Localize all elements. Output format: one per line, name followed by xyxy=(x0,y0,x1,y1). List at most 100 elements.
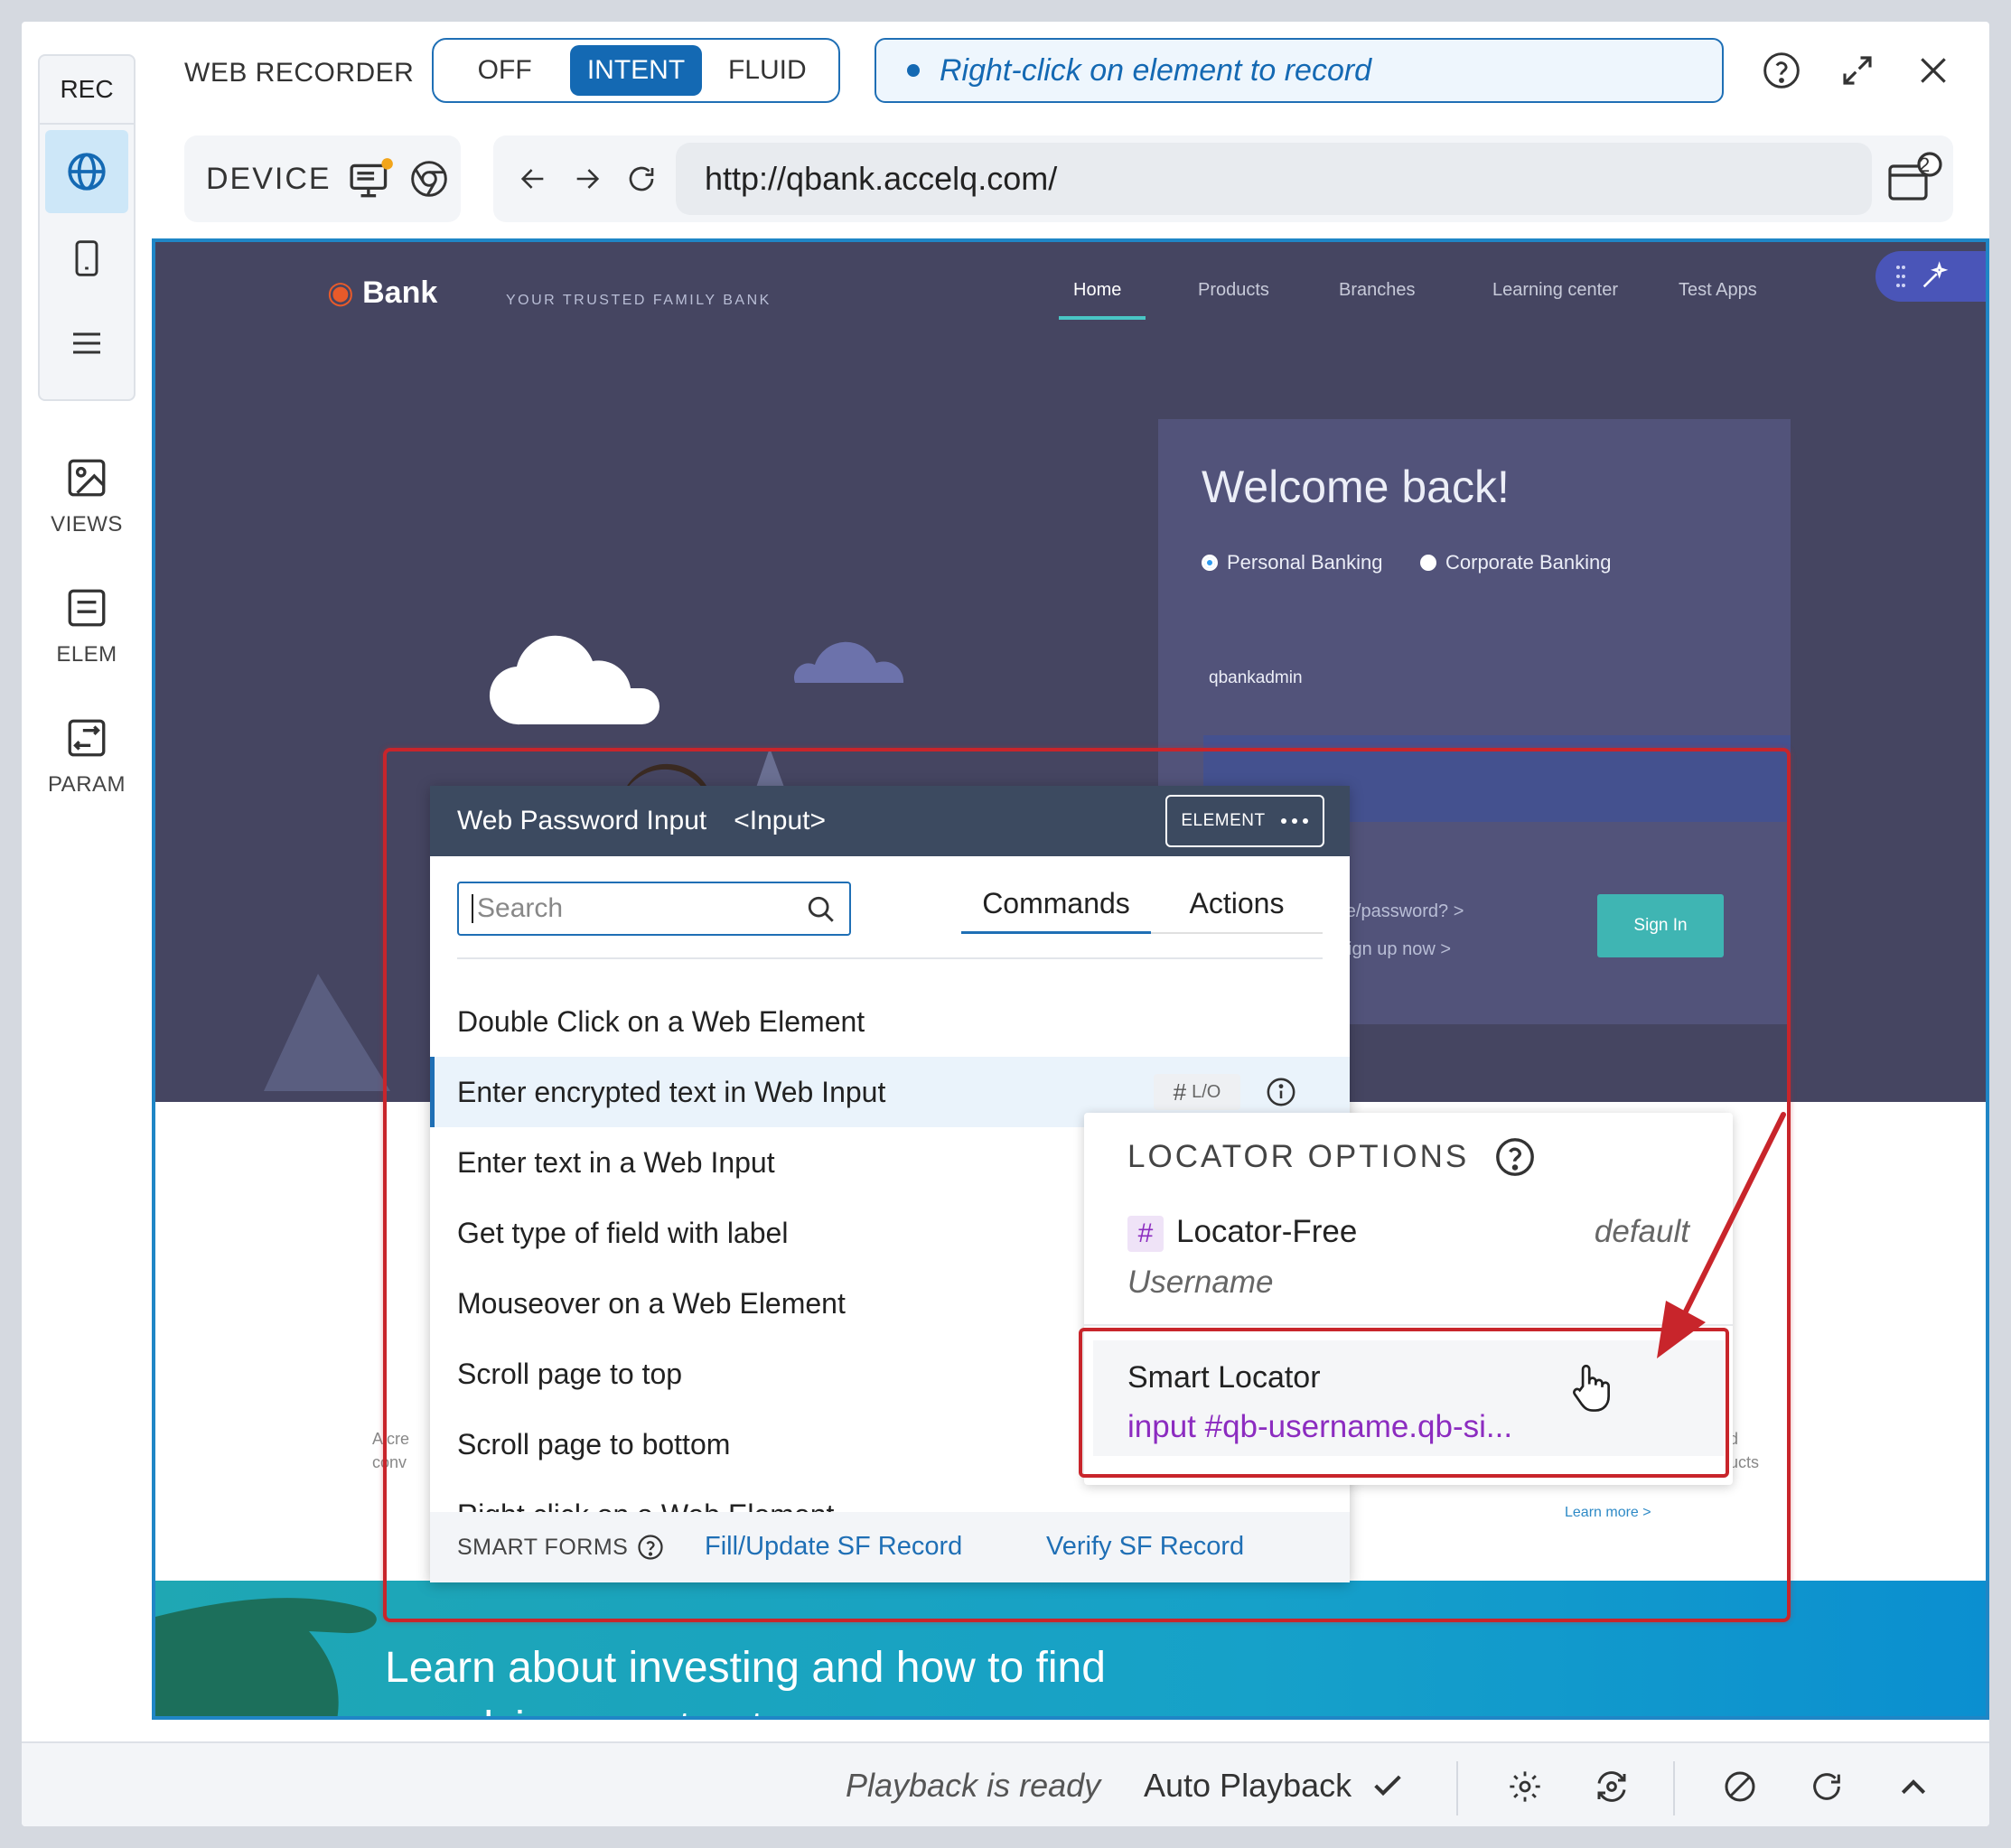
help-icon xyxy=(1763,52,1800,89)
tab-divider xyxy=(457,957,1323,959)
reload-button[interactable] xyxy=(620,157,663,201)
site-tagline: YOUR TRUSTED FAMILY BANK xyxy=(506,293,772,308)
help-button[interactable] xyxy=(1754,43,1809,98)
radio-corporate-label: Corporate Banking xyxy=(1445,551,1612,574)
views-button[interactable]: VIEWS xyxy=(38,455,136,537)
site-nav-test-apps[interactable]: Test Apps xyxy=(1679,280,1757,301)
redo-icon xyxy=(1813,1773,1840,1800)
floating-tools[interactable] xyxy=(1875,251,1986,302)
views-label: VIEWS xyxy=(51,512,123,537)
nav-active-indicator xyxy=(1059,316,1146,320)
help-icon[interactable] xyxy=(1494,1136,1536,1178)
radio-on-icon xyxy=(1202,555,1218,571)
browser-tabs-icon xyxy=(1888,152,1942,201)
url-input[interactable]: http://qbank.accelq.com/ xyxy=(676,143,1872,215)
web-recorder-window: REC VIEWS ELEM PARAM WEB RECORDER OFF IN… xyxy=(22,22,1989,1826)
help-icon[interactable] xyxy=(637,1534,664,1561)
image-icon xyxy=(68,459,106,497)
collapse-button[interactable] xyxy=(1888,1761,1939,1812)
command-item[interactable]: Double Click on a Web Element xyxy=(430,986,1350,1057)
device-label: DEVICE xyxy=(206,161,332,196)
locator-badge[interactable]: # L/O xyxy=(1154,1074,1240,1110)
element-menu-button[interactable]: ELEMENT xyxy=(1165,795,1324,847)
locator-divider xyxy=(1084,1324,1733,1326)
banner-line1: Learn about investing and how to find xyxy=(385,1644,1106,1692)
forward-button[interactable] xyxy=(566,157,609,201)
device-selector[interactable]: DEVICE xyxy=(184,135,461,222)
locator-free-label[interactable]: Locator-Free xyxy=(1176,1214,1357,1250)
web-mode-button[interactable] xyxy=(45,130,128,213)
radio-corporate-banking[interactable]: Corporate Banking xyxy=(1420,551,1611,574)
locator-options-title: LOCATOR OPTIONS xyxy=(1127,1136,1536,1178)
element-name: Web Password Input xyxy=(457,806,707,835)
mode-rail: REC xyxy=(38,54,136,401)
swap-icon xyxy=(68,719,106,757)
mobile-mode-button[interactable] xyxy=(45,217,128,300)
chevron-up-icon xyxy=(1901,1779,1926,1795)
text-caret xyxy=(472,894,473,923)
verify-sf-record-link[interactable]: Verify SF Record xyxy=(1046,1532,1244,1562)
search-icon xyxy=(808,896,834,922)
expand-icon xyxy=(1843,56,1872,85)
smart-forms-label: SMART FORMS xyxy=(457,1534,629,1560)
locator-free-value: Username xyxy=(1127,1265,1274,1300)
record-hint: Right-click on element to record xyxy=(875,38,1724,103)
sync-button[interactable] xyxy=(1586,1761,1637,1812)
param-label: PARAM xyxy=(47,772,126,797)
menu-button[interactable] xyxy=(45,302,128,385)
redo-button[interactable] xyxy=(1801,1761,1852,1812)
radio-off-icon xyxy=(1420,555,1436,571)
settings-button[interactable] xyxy=(1500,1761,1550,1812)
mode-off[interactable]: OFF xyxy=(439,45,570,96)
tab-commands[interactable]: Commands xyxy=(961,887,1151,934)
hash-icon: # xyxy=(1127,1216,1164,1252)
recording-mode-toggle: OFF INTENT FLUID xyxy=(432,38,840,103)
desktop-icon xyxy=(350,158,393,198)
tabs-count: 2 xyxy=(1919,154,1931,176)
arrow-right-icon xyxy=(576,169,600,189)
disable-button[interactable] xyxy=(1715,1761,1765,1812)
check-icon xyxy=(1374,1775,1401,1797)
back-button[interactable] xyxy=(511,157,555,201)
site-nav-branches[interactable]: Branches xyxy=(1339,280,1416,301)
locator-options-heading: LOCATOR OPTIONS xyxy=(1127,1139,1470,1174)
command-label: Enter encrypted text in Web Input xyxy=(457,1075,886,1108)
site-nav-products[interactable]: Products xyxy=(1198,280,1269,301)
hint-text: Right-click on element to record xyxy=(940,52,1372,88)
smart-locator-highlight xyxy=(1079,1328,1729,1478)
playback-status: Playback is ready xyxy=(846,1767,1101,1804)
banner-line2: an advisor you trust xyxy=(385,1698,1106,1716)
status-separator xyxy=(1456,1761,1458,1815)
smart-forms-bar: SMART FORMS Fill/Update SF Record Verify… xyxy=(430,1512,1350,1582)
reload-icon xyxy=(629,166,654,191)
element-type: <Input> xyxy=(734,806,827,835)
site-nav-home[interactable]: Home xyxy=(1073,280,1121,301)
command-search-input[interactable]: Search xyxy=(457,882,851,936)
mode-fluid[interactable]: FLUID xyxy=(702,45,833,96)
username-value[interactable]: qbankadmin xyxy=(1209,668,1303,688)
tabs-button[interactable]: 2 xyxy=(1885,150,1942,208)
close-button[interactable] xyxy=(1906,43,1960,98)
site-logo-text: Bank xyxy=(362,275,438,310)
expand-button[interactable] xyxy=(1830,43,1885,98)
radio-personal-label: Personal Banking xyxy=(1227,551,1383,574)
info-icon[interactable] xyxy=(1266,1077,1296,1107)
refresh-camera-icon xyxy=(1597,1771,1626,1802)
param-button[interactable]: PARAM xyxy=(38,715,136,798)
hash-icon: # xyxy=(1173,1078,1187,1106)
status-separator xyxy=(1673,1761,1675,1815)
rec-label: REC xyxy=(40,56,134,125)
site-logo[interactable]: ◉ Bank xyxy=(327,275,437,311)
auto-playback-toggle[interactable]: Auto Playback xyxy=(1144,1767,1406,1805)
magic-wand-icon xyxy=(1922,261,1949,288)
radio-personal-banking[interactable]: Personal Banking xyxy=(1202,551,1382,574)
locator-badge-text: L/O xyxy=(1192,1081,1221,1102)
globe-icon xyxy=(68,153,106,191)
fill-sf-record-link[interactable]: Fill/Update SF Record xyxy=(705,1532,962,1562)
tab-actions[interactable]: Actions xyxy=(1151,887,1323,934)
search-placeholder: Search xyxy=(477,893,564,923)
elem-button[interactable]: ELEM xyxy=(38,585,136,667)
mode-intent[interactable]: INTENT xyxy=(570,45,702,96)
site-nav-learning[interactable]: Learning center xyxy=(1492,280,1618,301)
banner-heading: Learn about investing and how to find an… xyxy=(385,1638,1106,1716)
